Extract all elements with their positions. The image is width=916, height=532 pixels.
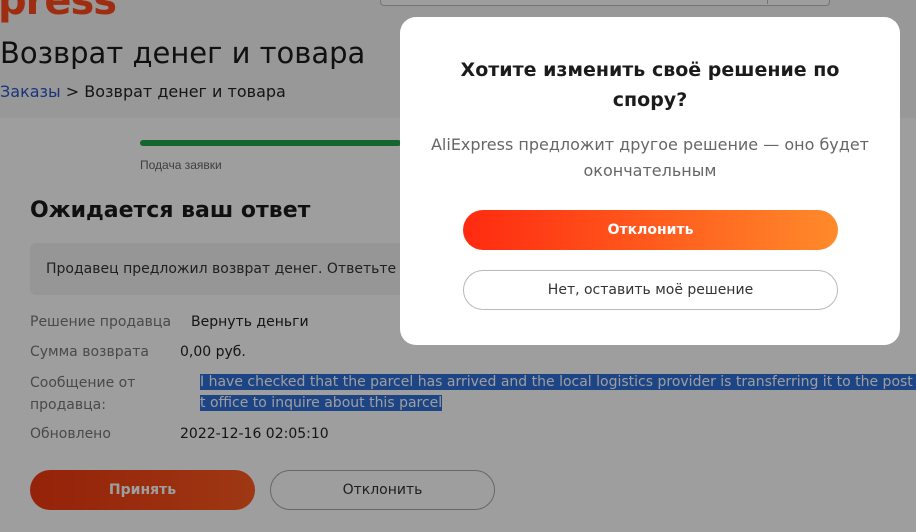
dialog-description: AliExpress предложит другое решение — он… bbox=[430, 135, 869, 180]
dialog-keep-decision-button[interactable]: Нет, оставить моё решение bbox=[463, 270, 838, 310]
change-decision-dialog: Хотите изменить своё решение по спору? A… bbox=[400, 17, 900, 345]
dialog-title: Хотите изменить своё решение по спору? bbox=[460, 59, 840, 111]
dialog-decline-button[interactable]: Отклонить bbox=[463, 210, 838, 250]
